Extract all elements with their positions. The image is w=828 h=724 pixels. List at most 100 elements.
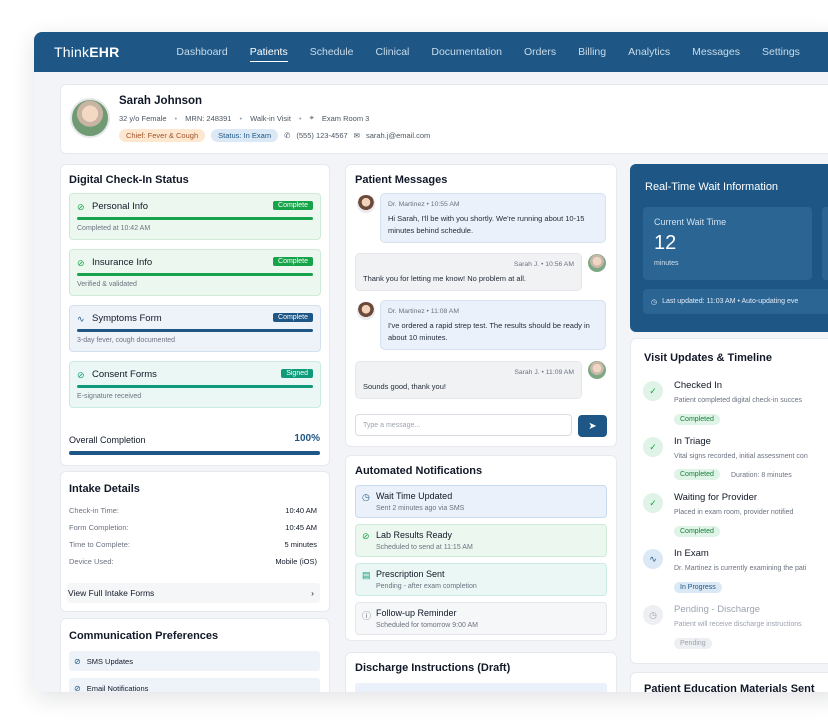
chevron-right-icon: › (311, 588, 314, 598)
location-icon: ⌖ (309, 113, 314, 122)
status-badge: Completed (674, 414, 720, 425)
clock-icon: ◷ (362, 492, 370, 502)
check-circle-icon: ⊘ (77, 202, 85, 212)
pref-email[interactable]: ⊘ Email Notifications (69, 678, 320, 692)
status-badge: Signed (281, 369, 313, 378)
intake-row: Check-in Time: 10:40 AM (69, 506, 317, 515)
checkin-item[interactable]: ∿ Symptoms Form Complete 3-day fever, co… (69, 305, 321, 352)
check-circle-icon: ⊘ (74, 683, 81, 693)
nav-documentation[interactable]: Documentation (431, 46, 502, 58)
clock-icon: ◷ (643, 605, 663, 625)
check-circle-icon: ⊘ (362, 531, 370, 541)
wait-title: Real-Time Wait Information (645, 181, 779, 193)
education-title: Patient Education Materials Sent (644, 683, 815, 692)
patient-avatar-small (588, 361, 606, 379)
status-badge: Complete (273, 313, 313, 322)
timeline-title: Visit Updates & Timeline (644, 352, 772, 364)
progress-bar (77, 329, 313, 332)
info-icon: ⓘ (362, 611, 372, 621)
top-navbar: ThinkEHR Dashboard Patients Schedule Cli… (34, 32, 828, 72)
intake-row: Time to Complete: 5 minutes (69, 540, 317, 549)
check-circle-icon: ⊘ (77, 370, 85, 380)
nav-messages[interactable]: Messages (692, 46, 740, 58)
message-bubble: Sarah J. • 10:56 AM Thank you for lettin… (355, 253, 582, 291)
discharge-title: Discharge Instructions (Draft) (355, 662, 511, 674)
intake-card: Intake Details Check-in Time: 10:40 AM Fo… (60, 471, 330, 612)
patient-age-sex: 32 y/o Female (119, 113, 167, 123)
comm-prefs-card: Communication Preferences ⊘ SMS Updates … (60, 618, 330, 692)
nav-orders[interactable]: Orders (524, 46, 556, 58)
exam-room: Exam Room 3 (321, 113, 370, 123)
checkin-title: Digital Check-In Status (69, 174, 189, 186)
pulse-icon: ∿ (77, 314, 85, 324)
patient-phone[interactable]: (555) 123-4567 (296, 131, 347, 140)
visit-type: Walk-in Visit (250, 113, 291, 123)
timeline-step: In Exam (674, 548, 709, 559)
timeline-step: Pending - Discharge (674, 604, 761, 615)
status-badge: Complete (273, 201, 313, 210)
status-badge: Pending (674, 638, 712, 649)
clock-icon: ◷ (651, 298, 658, 306)
message-bubble: Dr. Martinez • 10:55 AM Hi Sarah, I'll b… (380, 193, 606, 243)
checkin-item[interactable]: ⊘ Personal Info Complete Completed at 10… (69, 193, 321, 240)
notification-item[interactable]: ▤ Prescription Sent Pending - after exam… (355, 563, 607, 596)
current-wait-box: Current Wait Time 12 minutes (643, 207, 812, 280)
timeline-step: Checked In (674, 380, 723, 391)
status-badge: Complete (273, 257, 313, 266)
nav-billing[interactable]: Billing (578, 46, 606, 58)
overall-completion-value: 100% (294, 433, 320, 444)
notification-item[interactable]: ⊘ Lab Results Ready Scheduled to send at… (355, 524, 607, 557)
pulse-icon: ∿ (643, 549, 663, 569)
check-circle-icon: ✓ (643, 437, 663, 457)
nav-dashboard[interactable]: Dashboard (176, 46, 227, 58)
timeline-card: Visit Updates & Timeline ✓ Checked In Pa… (630, 338, 828, 664)
patient-avatar (70, 98, 110, 138)
patient-tags: Chief: Fever & Cough Status: In Exam ✆ (… (119, 129, 430, 142)
wait-time-value: 12 (654, 232, 677, 254)
nav-patients[interactable]: Patients (249, 46, 288, 62)
checkin-item[interactable]: ⊘ Insurance Info Complete Verified & val… (69, 249, 321, 296)
view-intake-forms-link[interactable]: View Full Intake Forms › (67, 583, 320, 603)
phone-icon: ✆ (284, 131, 291, 140)
message-bubble: Sarah J. • 11:09 AM Sounds good, thank y… (355, 361, 582, 399)
chief-complaint-badge: Chief: Fever & Cough (119, 129, 206, 142)
doctor-avatar (357, 195, 375, 213)
main-nav: Dashboard Patients Schedule Clinical Doc… (176, 46, 822, 62)
nav-clinical[interactable]: Clinical (376, 46, 410, 58)
nav-schedule[interactable]: Schedule (310, 46, 354, 58)
overall-completion-label: Overall Completion (69, 435, 146, 445)
wait-secondary-box (822, 207, 828, 280)
timeline-step: Waiting for Provider (674, 492, 758, 503)
check-circle-icon: ✓ (643, 493, 663, 513)
send-icon: ➤ (588, 420, 597, 432)
document-icon: ▤ (362, 570, 371, 580)
check-circle-icon: ⊘ (74, 656, 81, 666)
send-button[interactable]: ➤ (578, 415, 607, 437)
patient-mrn: MRN: 248391 (185, 113, 232, 123)
patient-header: Sarah Johnson 32 y/o Female • MRN: 24839… (60, 84, 828, 154)
pref-sms[interactable]: ⊘ SMS Updates (69, 651, 320, 671)
overall-progress-bar (69, 451, 320, 455)
intake-title: Intake Details (69, 483, 140, 495)
mail-icon: ✉ (353, 131, 360, 140)
patient-avatar-small (588, 254, 606, 272)
nav-analytics[interactable]: Analytics (628, 46, 670, 58)
checkin-item[interactable]: ⊘ Consent Forms Signed E-signature recei… (69, 361, 321, 408)
message-input[interactable]: Type a message... (355, 414, 572, 436)
app-logo[interactable]: ThinkEHR (54, 44, 119, 60)
message-bubble: Dr. Martinez • 11:08 AM I've ordered a r… (380, 300, 606, 350)
patient-email[interactable]: sarah.j@email.com (366, 131, 430, 140)
app-window: ThinkEHR Dashboard Patients Schedule Cli… (34, 32, 828, 692)
timeline-step: In Triage (674, 436, 711, 447)
messages-card: Patient Messages Dr. Martinez • 10:55 AM… (345, 164, 617, 447)
status-badge: Completed (674, 469, 720, 480)
notification-item[interactable]: ⓘ Follow-up Reminder Scheduled for tomor… (355, 602, 607, 635)
check-circle-icon: ✓ (643, 381, 663, 401)
discharge-draft-box[interactable] (355, 683, 607, 692)
education-card: Patient Education Materials Sent (630, 672, 828, 692)
notification-item[interactable]: ◷ Wait Time Updated Sent 2 minutes ago v… (355, 485, 607, 518)
checkin-card: Digital Check-In Status ⊘ Personal Info … (60, 164, 330, 466)
nav-settings[interactable]: Settings (762, 46, 800, 58)
discharge-card: Discharge Instructions (Draft) (345, 652, 617, 692)
wait-info-panel: Real-Time Wait Information Current Wait … (630, 164, 828, 332)
